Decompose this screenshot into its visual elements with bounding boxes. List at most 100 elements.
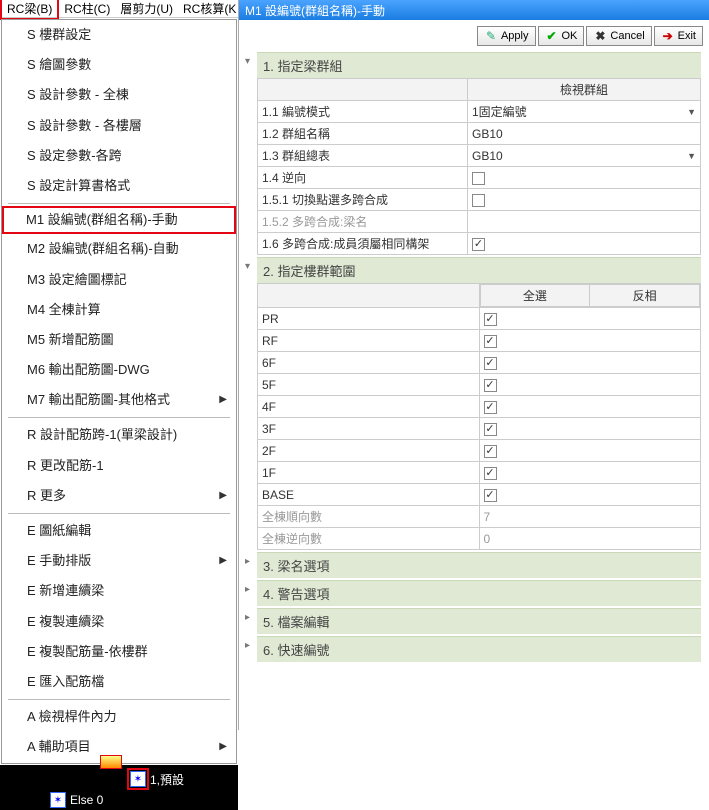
- floor-label: 全棟順向數: [258, 506, 480, 528]
- property-value: [468, 211, 701, 233]
- select-all-button[interactable]: 全選: [480, 285, 590, 307]
- chevron-right-icon: ▶: [219, 740, 227, 754]
- grid-section-2: 全選 反相 PRRF6F5F4F3F2F1FBASE全棟順向數7全棟逆向數0: [257, 283, 701, 550]
- floor-value[interactable]: [479, 462, 701, 484]
- window-titlebar: M1 設編號(群組名稱)-手動: [239, 0, 709, 20]
- property-value[interactable]: [468, 189, 701, 211]
- submenu-item[interactable]: M4 全棟計算: [2, 295, 236, 325]
- submenu-item[interactable]: M2 設編號(群組名稱)-自動: [2, 234, 236, 264]
- submenu-item[interactable]: M5 新增配筋圖: [2, 325, 236, 355]
- apply-button[interactable]: ✎ Apply: [477, 26, 536, 46]
- submenu-item[interactable]: E 圖紙編輯: [2, 516, 236, 546]
- floor-value[interactable]: [479, 308, 701, 330]
- exit-button[interactable]: ➔ Exit: [654, 26, 703, 46]
- property-label: 1.2 群組名稱: [258, 123, 468, 145]
- toolbar: ✎ Apply ✔ OK ✖ Cancel ➔ Exit: [239, 20, 709, 50]
- submenu-item[interactable]: M1 設編號(群組名稱)-手動: [2, 206, 236, 234]
- section-header-1[interactable]: 1. 指定梁群組: [257, 52, 701, 78]
- property-label: 1.6 多跨合成:成員須屬相同構架: [258, 233, 468, 255]
- floor-label: 3F: [258, 418, 480, 440]
- tree-node-label: Else 0: [70, 793, 103, 807]
- section-header-5[interactable]: 5. 檔案編輯: [257, 608, 701, 634]
- menu-item[interactable]: RC核算(K: [178, 0, 241, 18]
- floor-value[interactable]: [479, 440, 701, 462]
- submenu-item[interactable]: R 設計配筋跨-1(單梁設計): [2, 420, 236, 450]
- section-header-6[interactable]: 6. 快速編號: [257, 636, 701, 662]
- checkbox[interactable]: [472, 172, 485, 185]
- submenu-item[interactable]: E 手動排版▶: [2, 546, 236, 576]
- checkbox[interactable]: [484, 467, 497, 480]
- invert-button[interactable]: 反相: [590, 285, 700, 307]
- section-header-4[interactable]: 4. 警告選項: [257, 580, 701, 606]
- floor-label: 1F: [258, 462, 480, 484]
- checkbox[interactable]: [472, 194, 485, 207]
- submenu-item[interactable]: E 複製配筋量-依樓群: [2, 637, 236, 667]
- floor-label: PR: [258, 308, 480, 330]
- submenu-item[interactable]: M3 設定繪圖標記: [2, 265, 236, 295]
- grid-section-1: 檢視群組 1.1 編號模式1固定編號▼1.2 群組名稱GB101.3 群組總表G…: [257, 78, 701, 255]
- submenu-item[interactable]: M6 輸出配筋圖-DWG: [2, 355, 236, 385]
- checkbox[interactable]: [484, 379, 497, 392]
- checkbox[interactable]: [484, 335, 497, 348]
- submenu-item[interactable]: S 設計參數 - 各樓層: [2, 111, 236, 141]
- ok-button[interactable]: ✔ OK: [538, 26, 585, 46]
- menu-item[interactable]: 層剪力(U): [115, 0, 178, 18]
- submenu-item[interactable]: E 新增連續梁: [2, 576, 236, 606]
- floor-value[interactable]: [479, 484, 701, 506]
- submenu-item[interactable]: E 複製連續梁: [2, 607, 236, 637]
- dropdown-menu: S 樓群設定S 繪圖參數S 設計參數 - 全棟S 設計參數 - 各樓層S 設定參…: [1, 19, 237, 764]
- tree-root-icon: [100, 755, 122, 769]
- floor-label: 全棟逆向數: [258, 528, 480, 550]
- section-header-2[interactable]: 2. 指定樓群範圍: [257, 257, 701, 283]
- checkbox[interactable]: [484, 357, 497, 370]
- checkbox[interactable]: [484, 401, 497, 414]
- menu-item[interactable]: RC柱(C): [59, 0, 115, 18]
- menu-separator: [8, 203, 230, 204]
- submenu-item[interactable]: S 樓群設定: [2, 20, 236, 50]
- tree-view: ✶ 1,預設 ✶ Else 0: [0, 765, 238, 810]
- chevron-right-icon: ▶: [219, 489, 227, 503]
- submenu-item[interactable]: S 設定計算書格式: [2, 171, 236, 201]
- chevron-right-icon: ▶: [219, 393, 227, 407]
- floor-value[interactable]: [479, 352, 701, 374]
- property-value[interactable]: [468, 233, 701, 255]
- floor-value: 0: [479, 528, 701, 550]
- submenu-item[interactable]: S 設定參數-各跨: [2, 141, 236, 171]
- checkbox[interactable]: [472, 238, 485, 251]
- property-label: 1.1 編號模式: [258, 101, 468, 123]
- tree-node-icon: ✶: [130, 771, 146, 787]
- checkbox[interactable]: [484, 489, 497, 502]
- tree-node[interactable]: ✶ Else 0: [0, 790, 238, 810]
- property-value[interactable]: [468, 167, 701, 189]
- checkbox[interactable]: [484, 445, 497, 458]
- exit-icon: ➔: [661, 29, 675, 43]
- tree-node-icon: ✶: [50, 792, 66, 808]
- section-header-3[interactable]: 3. 梁名選項: [257, 552, 701, 578]
- submenu-item[interactable]: S 繪圖參數: [2, 50, 236, 80]
- menu-separator: [8, 513, 230, 514]
- checkbox[interactable]: [484, 313, 497, 326]
- submenu-item[interactable]: M7 輸出配筋圖-其他格式▶: [2, 385, 236, 415]
- menu-item[interactable]: RC梁(B): [0, 0, 59, 20]
- submenu-item[interactable]: A 檢視桿件內力: [2, 702, 236, 732]
- floor-value[interactable]: [479, 330, 701, 352]
- submenu-item[interactable]: S 設計參數 - 全棟: [2, 80, 236, 110]
- menu-separator: [8, 699, 230, 700]
- floor-value[interactable]: [479, 374, 701, 396]
- tree-node[interactable]: ✶ 1,預設: [0, 769, 238, 790]
- chevron-right-icon: ▶: [219, 554, 227, 568]
- property-value[interactable]: 1固定編號▼: [468, 101, 701, 123]
- property-label: 1.5.1 切換點選多跨合成: [258, 189, 468, 211]
- dropdown-icon: ▼: [687, 107, 696, 117]
- tree-node-label: 1,預設: [150, 771, 184, 788]
- submenu-item[interactable]: R 更多▶: [2, 481, 236, 511]
- floor-value[interactable]: [479, 396, 701, 418]
- floor-label: 5F: [258, 374, 480, 396]
- floor-value[interactable]: [479, 418, 701, 440]
- checkbox[interactable]: [484, 423, 497, 436]
- property-value[interactable]: GB10▼: [468, 145, 701, 167]
- submenu-item[interactable]: E 匯入配筋檔: [2, 667, 236, 697]
- cancel-button[interactable]: ✖ Cancel: [586, 26, 651, 46]
- property-value[interactable]: GB10: [468, 123, 701, 145]
- submenu-item[interactable]: R 更改配筋-1: [2, 451, 236, 481]
